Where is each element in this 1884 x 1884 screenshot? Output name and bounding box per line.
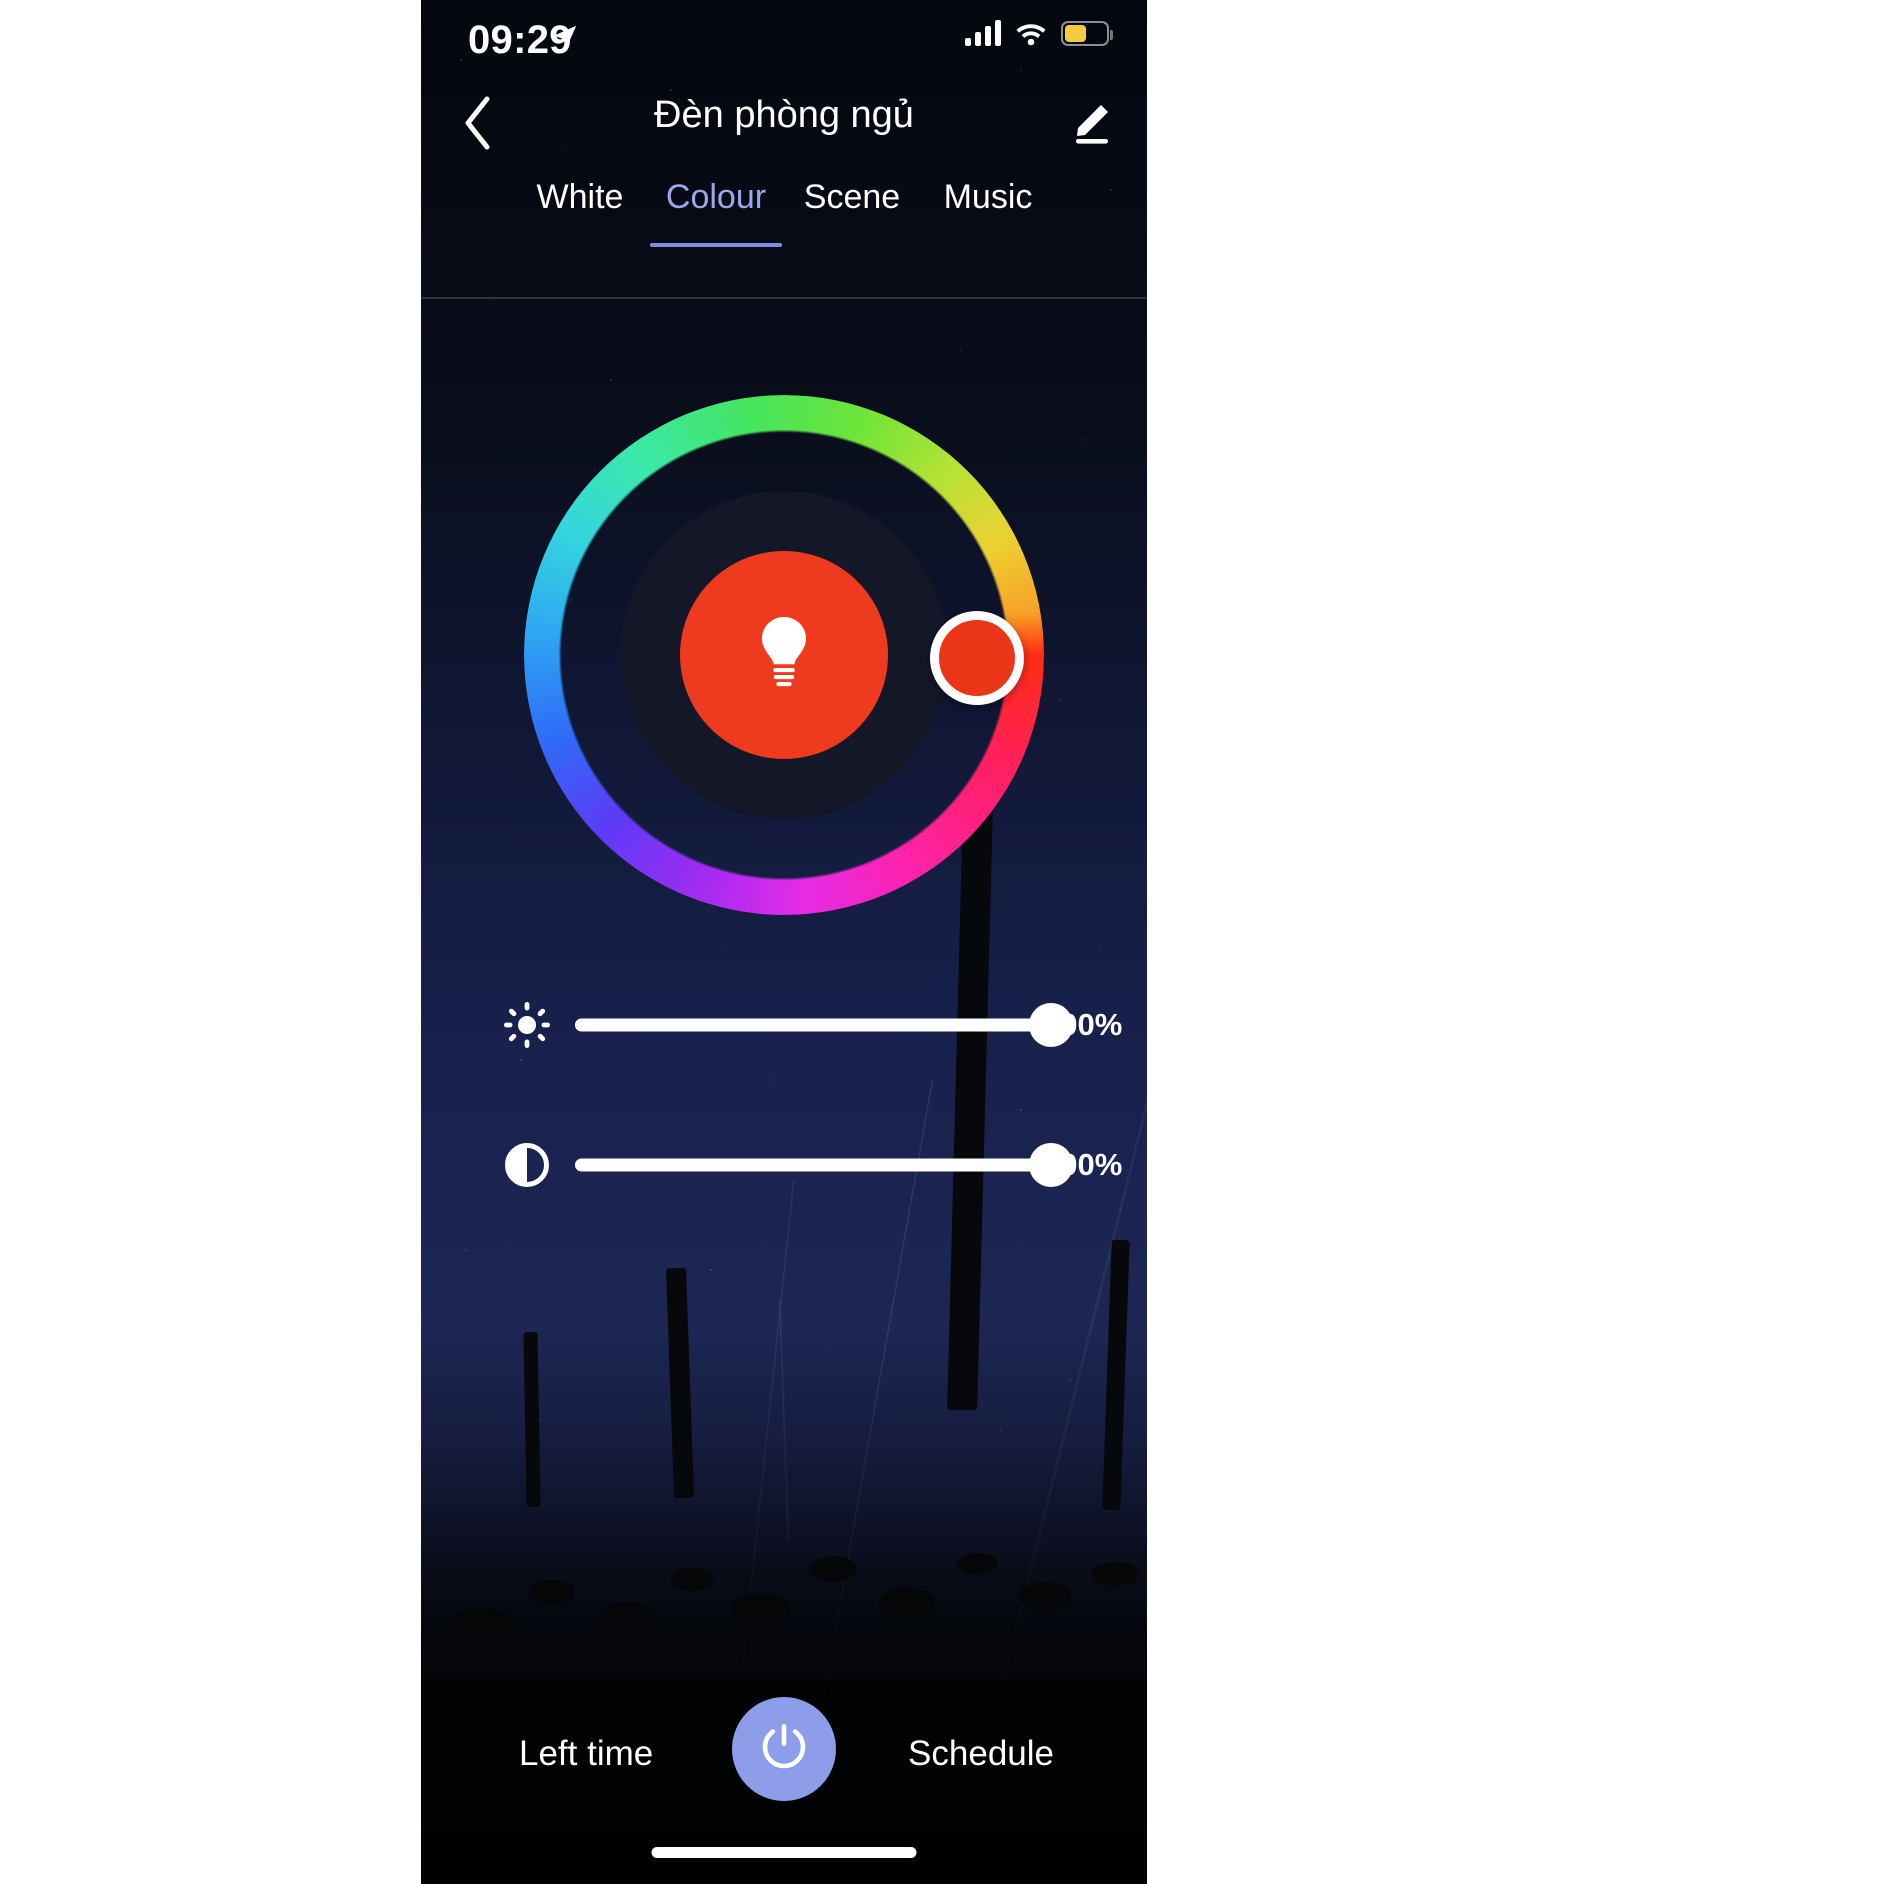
bottom-action-bar: Left time Schedule (421, 1679, 1147, 1884)
tab-white[interactable]: White (512, 168, 648, 247)
power-button[interactable] (732, 1697, 836, 1801)
saturation-slider[interactable]: 100% (421, 1125, 1147, 1205)
lightbulb-icon (751, 613, 817, 698)
wifi-icon (1014, 20, 1048, 46)
saturation-fill (575, 1158, 1051, 1172)
tab-divider (421, 297, 1147, 299)
brightness-slider[interactable]: 100% (421, 985, 1147, 1065)
brightness-sun-icon (499, 1000, 555, 1050)
saturation-value: 100% (1043, 1147, 1123, 1182)
phone-screen: 09:29 Đèn phòng ngủ White Colour Scene M… (421, 0, 1147, 1884)
saturation-contrast-icon (499, 1140, 555, 1190)
battery-icon (1061, 20, 1113, 46)
hue-selector-handle[interactable] (930, 611, 1024, 705)
screenshot-canvas: 09:29 Đèn phòng ngủ White Colour Scene M… (0, 0, 1884, 1884)
light-toggle-center-button[interactable] (680, 551, 888, 759)
saturation-track[interactable] (575, 1135, 1073, 1195)
tab-bar: White Colour Scene Music (421, 168, 1147, 299)
brightness-track[interactable] (575, 995, 1073, 1055)
home-indicator-bar[interactable] (651, 1847, 917, 1858)
edit-pencil-icon[interactable] (1055, 88, 1125, 158)
tab-music[interactable]: Music (920, 168, 1056, 247)
brightness-fill (575, 1018, 1051, 1032)
cellular-signal-icon (965, 20, 1001, 46)
tab-scene[interactable]: Scene (784, 168, 920, 247)
power-icon (756, 1719, 812, 1780)
brightness-value: 100% (1043, 1007, 1123, 1042)
colour-picker-wheel[interactable] (524, 395, 1044, 915)
navigation-bar: Đèn phòng ngủ (421, 84, 1147, 162)
schedule-button[interactable]: Schedule (908, 1734, 1054, 1774)
status-icons (965, 20, 1113, 46)
status-bar: 09:29 (421, 0, 1147, 92)
page-title: Đèn phòng ngủ (654, 94, 914, 136)
location-arrow-icon (550, 22, 580, 52)
left-time-button[interactable]: Left time (519, 1734, 653, 1774)
tab-colour[interactable]: Colour (648, 168, 784, 247)
